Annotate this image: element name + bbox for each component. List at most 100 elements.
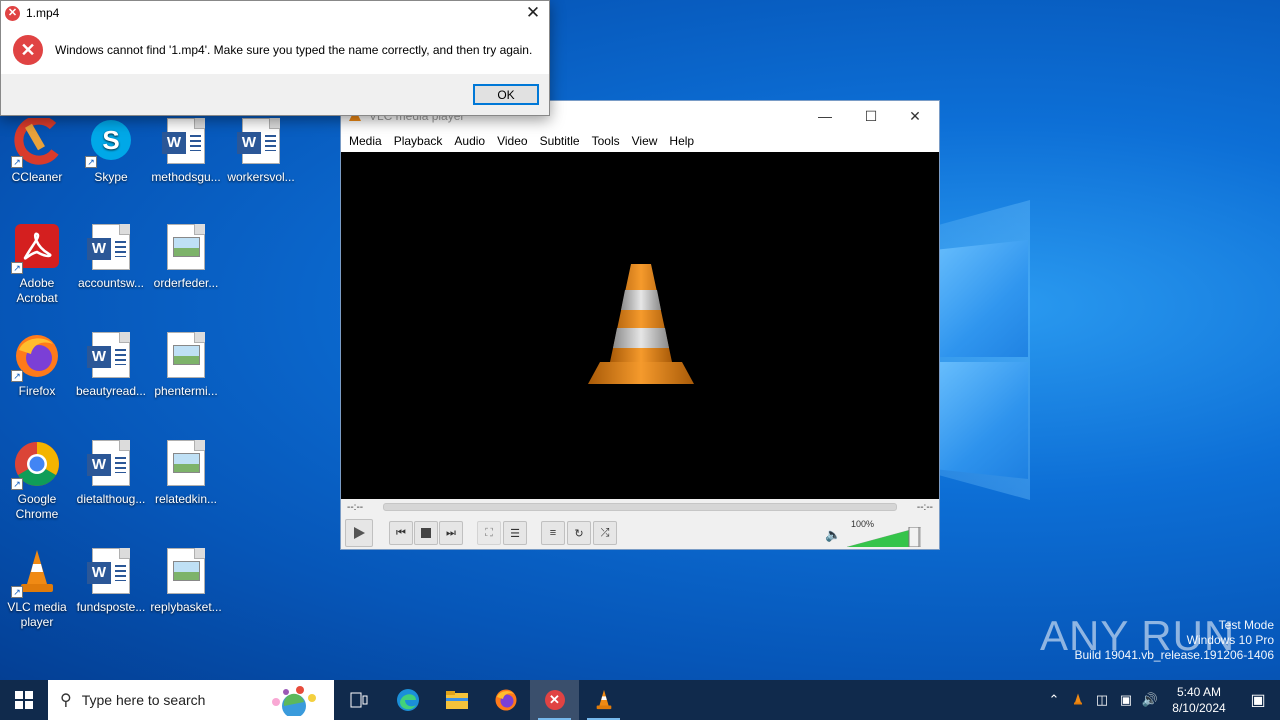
desktop-icon-label: CCleaner xyxy=(11,170,63,184)
play-button[interactable] xyxy=(345,519,373,547)
desktop-icon-label: relatedkin... xyxy=(154,492,218,506)
image-file-icon xyxy=(162,332,210,380)
playlist-button[interactable]: ≡ xyxy=(541,521,565,545)
clock-time: 5:40 AM xyxy=(1176,685,1222,699)
desktop-icon-accountsw[interactable]: W accountsw... xyxy=(72,224,150,291)
desktop-icon-orderfeder[interactable]: orderfeder... xyxy=(147,224,225,291)
menu-video[interactable]: Video xyxy=(491,134,533,148)
desktop-icon-acrobat[interactable]: ↗ Adobe Acrobat xyxy=(0,224,76,306)
equalizer-icon: ☰ xyxy=(510,527,520,540)
vlc-icon: ↗ xyxy=(11,548,61,598)
desktop-icon-label: workersvol... xyxy=(227,170,295,184)
skype-icon: S ↗ xyxy=(85,118,135,168)
desktop-icon-label: beautyread... xyxy=(75,384,147,398)
desktop-icon-beautyread[interactable]: W beautyread... xyxy=(72,332,150,399)
error-dialog[interactable]: ✕ 1.mp4 ✕ ✕ Windows cannot find '1.mp4'.… xyxy=(0,0,550,116)
speaker-icon[interactable]: 🔈 xyxy=(825,527,841,543)
stop-button[interactable] xyxy=(414,521,438,545)
seek-bar[interactable] xyxy=(383,503,897,511)
extended-settings-button[interactable]: ☰ xyxy=(503,521,527,545)
desktop-icon-methodsgu[interactable]: W methodsgu... xyxy=(147,118,225,185)
word-doc-icon: W xyxy=(87,548,135,596)
menu-tools[interactable]: Tools xyxy=(586,134,626,148)
word-doc-icon: W xyxy=(162,118,210,166)
desktop-icon-chrome[interactable]: ↗ Google Chrome xyxy=(0,440,76,522)
desktop-icon-replybasket[interactable]: replybasket... xyxy=(147,548,225,615)
taskbar-error-dialog[interactable]: ✕ xyxy=(530,680,579,720)
minimize-icon[interactable]: — xyxy=(803,105,847,127)
system-tray: ⌃ ◫ ▣ 🔊 5:40 AM 8/10/2024 ▣ xyxy=(1042,680,1280,720)
word-doc-icon: W xyxy=(87,332,135,380)
vlc-window[interactable]: VLC media player — ☐ ✕ Media Playback Au… xyxy=(340,100,940,550)
close-icon[interactable]: ✕ xyxy=(893,105,937,127)
windows-watermark: Test Mode Windows 10 Pro Build 19041.vb_… xyxy=(1075,618,1275,663)
desktop-icon-dietalthoug[interactable]: W dietalthoug... xyxy=(72,440,150,507)
desktop-icon-label: accountsw... xyxy=(77,276,145,290)
ok-button[interactable]: OK xyxy=(473,84,539,105)
next-icon: ⏭ xyxy=(446,526,456,539)
loop-button[interactable]: ↻ xyxy=(567,521,591,545)
folder-icon xyxy=(445,691,468,709)
desktop-icon-relatedkin[interactable]: relatedkin... xyxy=(147,440,225,507)
start-button[interactable] xyxy=(0,680,48,720)
desktop-icon-ccleaner[interactable]: ↗ CCleaner xyxy=(0,115,76,185)
desktop-icon-label: Google Chrome xyxy=(15,492,59,521)
search-icon: ⚲ xyxy=(60,692,72,709)
previous-button[interactable]: ⏮ xyxy=(389,521,413,545)
taskbar-vlc[interactable] xyxy=(579,680,628,720)
desktop-icon-label: phentermi... xyxy=(154,384,218,398)
menu-media[interactable]: Media xyxy=(343,134,388,148)
dialog-footer: OK xyxy=(1,74,549,115)
desktop-icon-fundsposte[interactable]: W fundsposte... xyxy=(72,548,150,615)
dialog-title: 1.mp4 xyxy=(26,6,60,20)
word-doc-icon: W xyxy=(87,440,135,488)
menu-subtitle[interactable]: Subtitle xyxy=(534,134,586,148)
notification-icon[interactable]: ▣ xyxy=(1236,690,1280,710)
stop-icon xyxy=(421,528,431,538)
menu-help[interactable]: Help xyxy=(663,134,700,148)
vlc-menubar: Media Playback Audio Video Subtitle Tool… xyxy=(341,130,939,152)
dialog-titlebar[interactable]: ✕ 1.mp4 xyxy=(1,1,549,25)
menu-playback[interactable]: Playback xyxy=(388,134,449,148)
task-view-icon xyxy=(350,692,367,708)
clock-date: 8/10/2024 xyxy=(1172,701,1226,715)
fullscreen-button[interactable]: ⛶ xyxy=(477,521,501,545)
chevron-up-icon[interactable]: ⌃ xyxy=(1042,692,1066,708)
fullscreen-icon: ⛶ xyxy=(485,526,493,539)
vlc-tray-icon[interactable] xyxy=(1066,692,1090,709)
desktop-icon-label: methodsgu... xyxy=(151,170,221,184)
task-view-button[interactable] xyxy=(334,680,383,720)
desktop-icon-workersvol[interactable]: W workersvol... xyxy=(222,118,300,185)
search-highlight-icon xyxy=(272,686,316,716)
shuffle-button[interactable]: ⤮ xyxy=(593,521,617,545)
ccleaner-icon: ↗ xyxy=(11,115,61,168)
taskbar-edge[interactable] xyxy=(383,680,432,720)
dialog-close-icon[interactable]: ✕ xyxy=(523,3,543,23)
maximize-icon[interactable]: ☐ xyxy=(849,105,893,127)
device-icon[interactable]: ◫ xyxy=(1090,692,1114,708)
desktop-icon-label: Skype xyxy=(94,170,128,184)
desktop-icon-vlc[interactable]: ↗ VLC media player xyxy=(0,548,76,630)
video-area[interactable] xyxy=(341,152,939,499)
desktop-icon-skype[interactable]: S ↗ Skype xyxy=(72,118,150,185)
firefox-icon xyxy=(495,689,516,711)
next-button[interactable]: ⏭ xyxy=(439,521,463,545)
desktop-icon-label: dietalthoug... xyxy=(76,492,146,506)
vlc-icon xyxy=(596,689,611,710)
clock[interactable]: 5:40 AM 8/10/2024 xyxy=(1162,684,1236,716)
desktop-icon-label: orderfeder... xyxy=(153,276,219,290)
desktop-icon-phentermi[interactable]: phentermi... xyxy=(147,332,225,399)
seek-row: --:-- --:-- xyxy=(341,499,939,515)
taskbar-firefox[interactable] xyxy=(481,680,530,720)
volume-slider[interactable] xyxy=(847,527,921,547)
network-icon[interactable]: ▣ xyxy=(1114,692,1138,708)
watermark-edition: Windows 10 Pro xyxy=(1186,633,1274,647)
volume-icon[interactable]: 🔊 xyxy=(1138,692,1162,708)
menu-audio[interactable]: Audio xyxy=(448,134,491,148)
taskbar-file-explorer[interactable] xyxy=(432,680,481,720)
desktop-icon-label: Firefox xyxy=(18,384,56,398)
image-file-icon xyxy=(162,440,210,488)
taskbar-search[interactable]: ⚲ Type here to search xyxy=(48,680,334,720)
desktop-icon-firefox[interactable]: ↗ Firefox xyxy=(0,332,76,399)
menu-view[interactable]: View xyxy=(626,134,664,148)
